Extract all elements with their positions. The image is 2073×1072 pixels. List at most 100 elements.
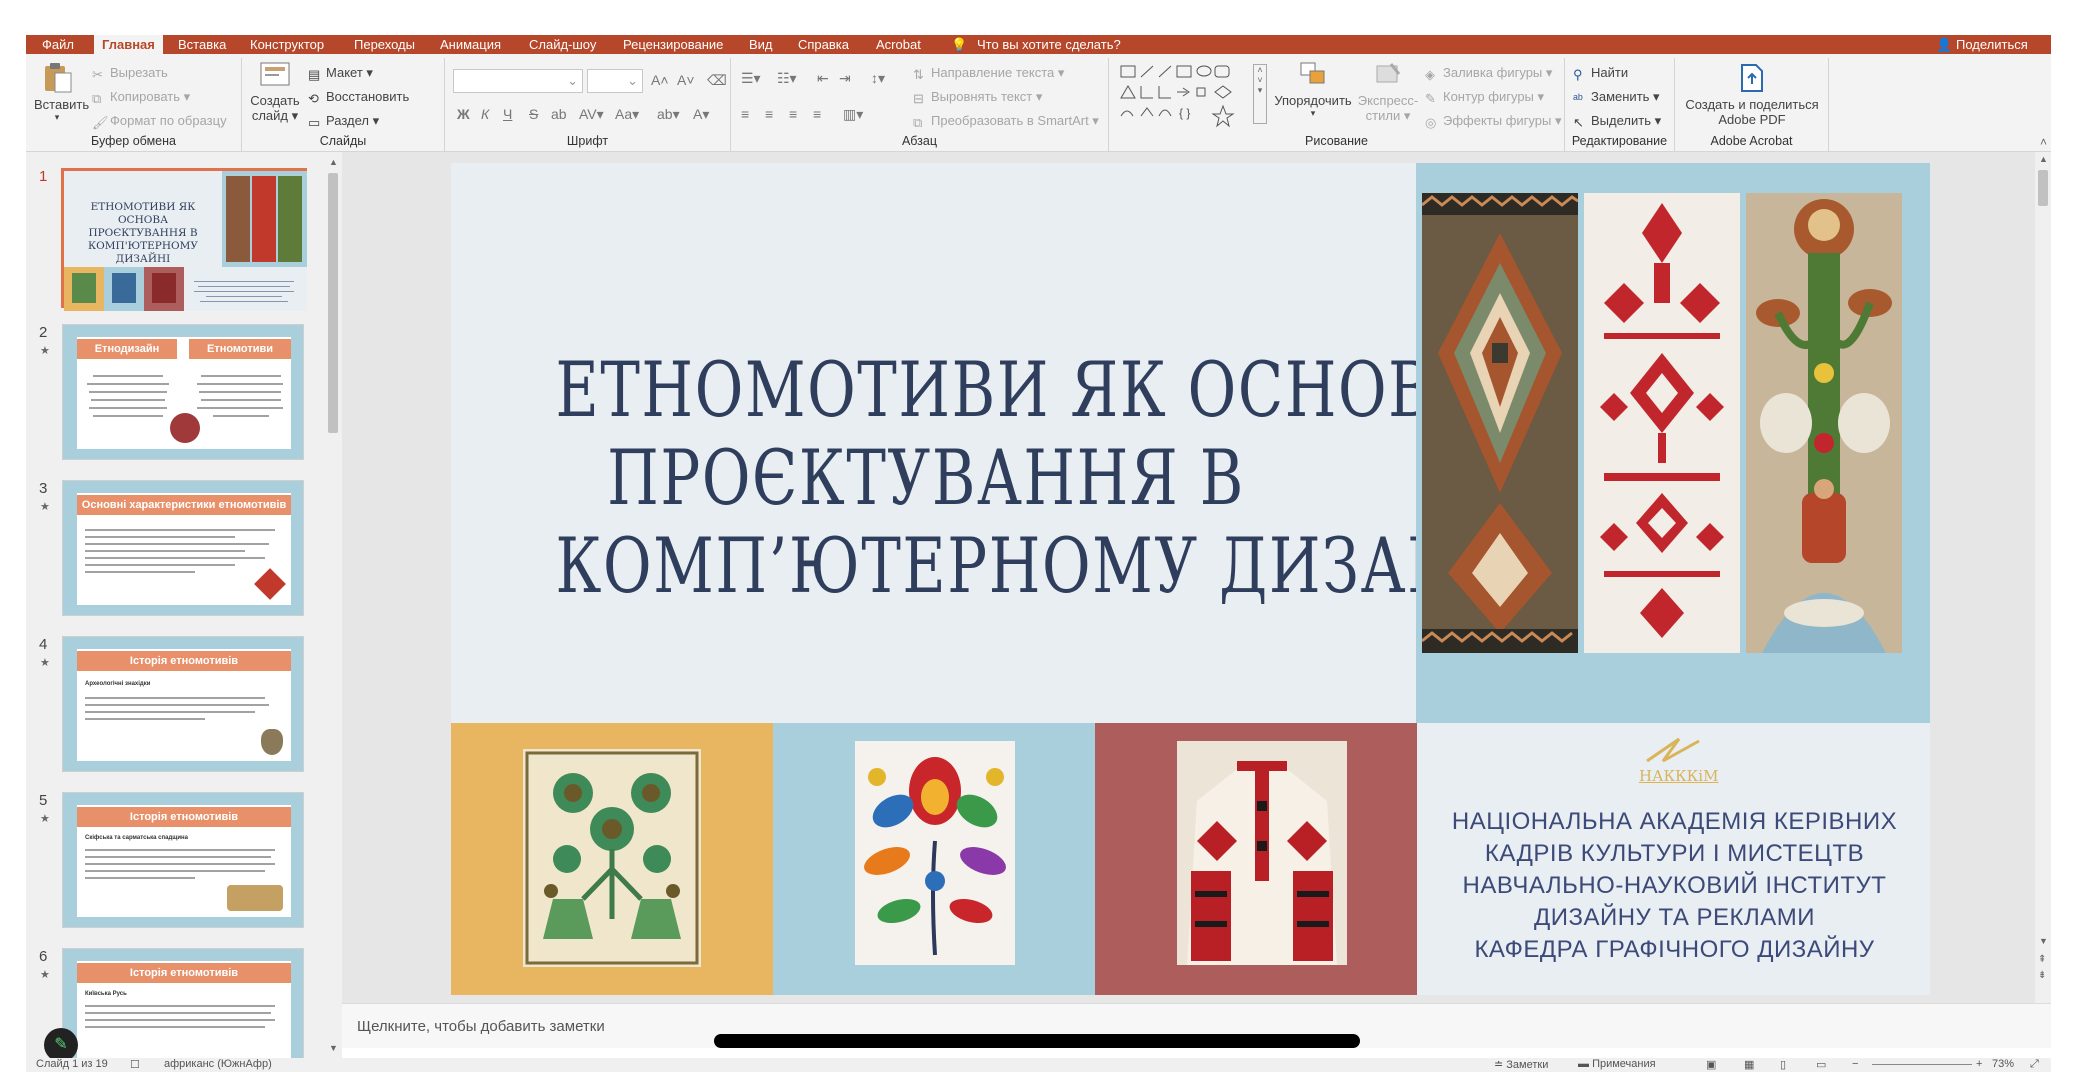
line-spacing-icon[interactable]: ↕▾ — [871, 70, 885, 87]
find-button[interactable]: ⚲ Найти — [1573, 65, 1628, 82]
new-slide-button[interactable]: Создать слайд ▾ — [250, 60, 300, 124]
font-color-icon[interactable]: A▾ — [693, 106, 709, 123]
reset-button[interactable]: ⟲ Восстановить — [308, 89, 409, 106]
paste-button[interactable]: Вставить ▾ — [34, 60, 89, 132]
tell-me-search[interactable]: Что вы хотите сделать? — [977, 37, 1121, 52]
notes-pane[interactable]: Щелкните, чтобы добавить заметки — [342, 1003, 2051, 1048]
slide-scroll-thumb[interactable] — [2038, 170, 2048, 206]
clear-format-icon[interactable]: ⌫ — [707, 72, 727, 89]
slide-sorter-icon[interactable]: ▦ — [1744, 1058, 1754, 1071]
petrykivka-painting-image[interactable] — [855, 741, 1015, 965]
tab-insert[interactable]: Вставка — [178, 37, 226, 52]
layout-button[interactable]: ▤ Макет ▾ — [308, 65, 373, 82]
comments-toggle-button[interactable]: ▬ Примечания — [1578, 1058, 1656, 1070]
slide-canvas[interactable]: ЕТНОМОТИВИ ЯК ОСНОВА ПРОЄКТУВАННЯ В КОМП… — [451, 163, 1930, 995]
title-area[interactable]: ЕТНОМОТИВИ ЯК ОСНОВА ПРОЄКТУВАННЯ В КОМП… — [451, 163, 1537, 723]
replace-button[interactable]: ᵃᵇ Заменить ▾ — [1573, 89, 1660, 106]
next-slide-icon[interactable]: ⇟ — [2038, 970, 2046, 981]
slide-thumbnail-6[interactable]: Історія етномотивів Київська Русь — [62, 948, 304, 1058]
strikethrough-button[interactable]: S — [529, 106, 538, 122]
tab-animations[interactable]: Анимация — [440, 37, 501, 52]
tab-file[interactable]: Файл — [42, 37, 74, 52]
highlight-icon[interactable]: ab▾ — [657, 106, 680, 123]
copy-button[interactable]: ⧉ Копировать ▾ — [92, 89, 190, 106]
shape-fill-button[interactable]: ◈ Заливка фигуры ▾ — [1425, 65, 1552, 82]
vyshyvanka-shirt-image[interactable] — [1177, 741, 1347, 965]
bold-button[interactable]: Ж — [457, 106, 470, 122]
font-family-select[interactable]: ⌄ — [453, 69, 583, 93]
columns-icon[interactable]: ▥▾ — [843, 106, 863, 123]
tab-design[interactable]: Конструктор — [250, 37, 324, 52]
previous-slide-icon[interactable]: ⇞ — [2038, 954, 2046, 965]
thumb-1-panel-blue — [104, 267, 144, 311]
zoom-slider[interactable] — [1872, 1064, 1972, 1065]
align-text-button[interactable]: ⊟ Выровнять текст ▾ — [913, 89, 1042, 106]
embroidered-towel-image[interactable] — [1584, 193, 1740, 653]
kilim-carpet-image[interactable] — [1422, 193, 1578, 653]
font-size-select[interactable]: ⌄ — [587, 69, 643, 93]
tab-view[interactable]: Вид — [749, 37, 773, 52]
format-painter-button[interactable]: 🖌Формат по образцу — [92, 113, 227, 130]
scroll-up-icon[interactable]: ▲ — [329, 157, 338, 167]
zoom-level[interactable]: 73% — [1992, 1058, 2014, 1070]
slide-thumbnail-5[interactable]: Історія етномотивів Скіфська та сарматсь… — [62, 792, 304, 928]
spacing-icon[interactable]: AV▾ — [579, 106, 604, 123]
align-right-icon[interactable]: ≡ — [789, 106, 797, 122]
shape-outline-button[interactable]: ✎ Контур фигуры ▾ — [1425, 89, 1544, 106]
align-center-icon[interactable]: ≡ — [765, 106, 773, 122]
slide-scrollbar[interactable]: ▲ ▼ ⇞ ⇟ — [2035, 152, 2051, 1003]
bullets-icon[interactable]: ☰▾ — [741, 70, 761, 87]
tab-review[interactable]: Рецензирование — [623, 37, 723, 52]
thumbnails-scrollbar[interactable]: ▲ ▼ — [326, 155, 340, 1055]
tab-transitions[interactable]: Переходы — [354, 37, 415, 52]
language-indicator[interactable]: африканс (ЮжнАфр) — [164, 1058, 272, 1070]
shrink-font-icon[interactable]: A˅ — [677, 72, 695, 88]
numbering-icon[interactable]: ☷▾ — [777, 70, 797, 87]
shapes-gallery-scroll[interactable]: ˄ ˅ ▾ — [1253, 64, 1267, 124]
tab-slideshow[interactable]: Слайд-шоу — [529, 37, 596, 52]
arrange-button[interactable]: Упорядочить ▾ — [1273, 60, 1353, 119]
ceramic-candlestick-image[interactable] — [1746, 193, 1902, 653]
smartart-button[interactable]: ⧉ Преобразовать в SmartArt ▾ — [913, 113, 1099, 130]
share-button[interactable]: Поделиться — [1956, 37, 2028, 52]
slide-thumbnail-1[interactable]: ЕТНОМОТИВИ ЯК ОСНОВА ПРОЄКТУВАННЯ В КОМП… — [61, 168, 307, 311]
slide-thumbnail-3[interactable]: Основні характеристики етномотивів — [62, 480, 304, 616]
italic-button[interactable]: К — [481, 106, 489, 122]
grow-font-icon[interactable]: A˄ — [651, 72, 669, 88]
scroll-down-icon[interactable]: ▼ — [329, 1043, 338, 1053]
notes-toggle-button[interactable]: ≐ Заметки — [1494, 1058, 1548, 1071]
thumbnails-scroll-thumb[interactable] — [328, 173, 338, 433]
text-direction-button[interactable]: ⇅ Направление текста ▾ — [913, 65, 1064, 82]
cut-button[interactable]: ✂ Вырезать — [92, 65, 168, 82]
zoom-in-icon[interactable]: + — [1976, 1058, 1982, 1070]
create-share-pdf-button[interactable]: Создать и поделиться Adobe PDF — [1683, 62, 1821, 127]
increase-indent-icon[interactable]: ⇥ — [839, 70, 851, 87]
zoom-out-icon[interactable]: − — [1852, 1058, 1858, 1070]
slide-thumbnail-4[interactable]: Історія етномотивів Археологічні знахідк… — [62, 636, 304, 772]
shape-effects-button[interactable]: ◎ Эффекты фигуры ▾ — [1425, 113, 1561, 130]
section-button[interactable]: ▭ Раздел ▾ — [308, 113, 379, 130]
reading-view-icon[interactable]: ▯ — [1780, 1058, 1786, 1071]
decrease-indent-icon[interactable]: ⇤ — [817, 70, 829, 87]
fit-slide-icon[interactable]: ⤢ — [2030, 1058, 2039, 1071]
tab-home[interactable]: Главная — [94, 35, 163, 54]
scroll-up-icon[interactable]: ▲ — [2039, 154, 2048, 164]
tab-help[interactable]: Справка — [798, 37, 849, 52]
pen-tool-icon[interactable]: ✎ — [44, 1028, 78, 1058]
tab-acrobat[interactable]: Acrobat — [876, 37, 921, 52]
quick-styles-button[interactable]: Экспресс- стили ▾ — [1353, 60, 1423, 124]
scroll-down-icon[interactable]: ▼ — [2039, 936, 2048, 946]
collapse-ribbon-icon[interactable]: ˄ — [2040, 135, 2047, 149]
align-left-icon[interactable]: ≡ — [741, 106, 749, 122]
shadow-icon[interactable]: ab — [551, 106, 567, 122]
underline-button[interactable]: Ч — [503, 106, 512, 122]
spellcheck-icon[interactable]: ☐ — [130, 1058, 140, 1071]
justify-icon[interactable]: ≡ — [813, 106, 821, 122]
folk-painting-deer-image[interactable] — [523, 749, 701, 967]
change-case-button[interactable]: Aa▾ — [615, 106, 639, 123]
slideshow-view-icon[interactable]: ▭ — [1816, 1058, 1826, 1071]
slide-thumbnail-2[interactable]: Етнодизайн Етномотиви — [62, 324, 304, 460]
shapes-gallery[interactable]: { } — [1119, 64, 1251, 128]
select-button[interactable]: ↖ Выделить ▾ — [1573, 113, 1661, 130]
normal-view-icon[interactable]: ▣ — [1706, 1058, 1716, 1071]
